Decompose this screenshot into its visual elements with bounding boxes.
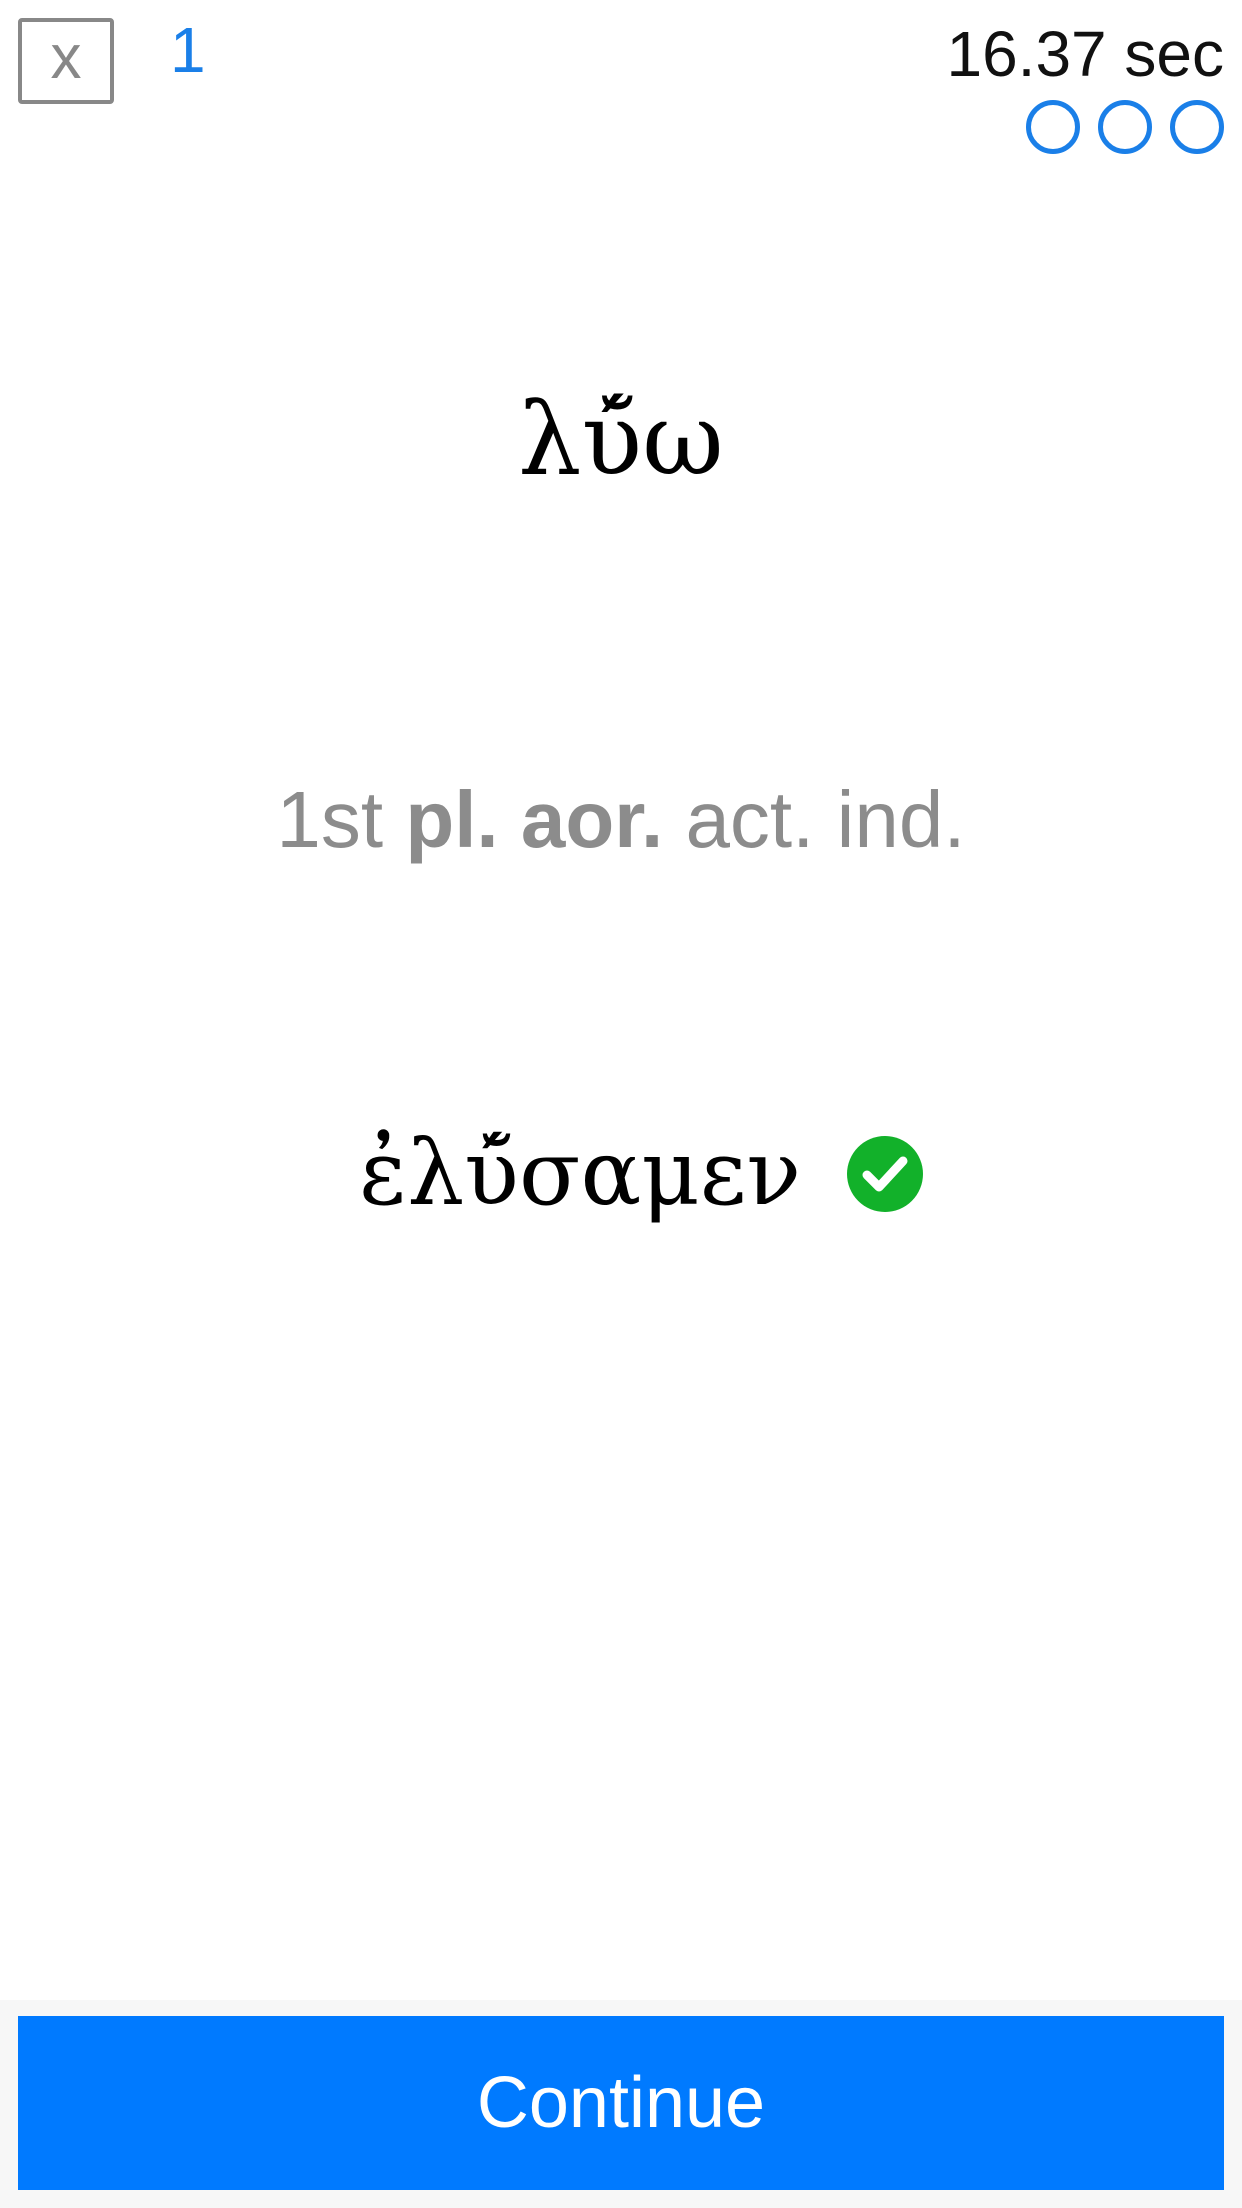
progress-dot-1	[1026, 100, 1080, 154]
answer-row: ἐλύ̆σαμεν	[0, 1120, 1242, 1228]
parsing-person: 1st	[276, 775, 384, 864]
parsing-mood: ind.	[836, 775, 966, 864]
parsing-number: pl.	[405, 775, 499, 864]
progress-indicator	[1026, 100, 1224, 154]
close-label: x	[50, 23, 82, 92]
timer-display: 16.37 sec	[946, 18, 1224, 90]
check-circle-icon	[847, 1136, 924, 1212]
lemma-word: λύ̆ω	[518, 381, 724, 498]
parsing-tense: aor.	[520, 775, 664, 864]
parsing-voice: act.	[685, 775, 815, 864]
progress-dot-3	[1170, 100, 1224, 154]
question-number: 1	[170, 14, 206, 86]
continue-button[interactable]: Continue	[18, 2016, 1224, 2190]
answer-text: ἐλύ̆σαμεν	[358, 1121, 802, 1226]
parsing-description: 1st pl. aor. act. ind.	[0, 772, 1242, 868]
close-button[interactable]: x	[18, 18, 114, 104]
progress-dot-2	[1098, 100, 1152, 154]
